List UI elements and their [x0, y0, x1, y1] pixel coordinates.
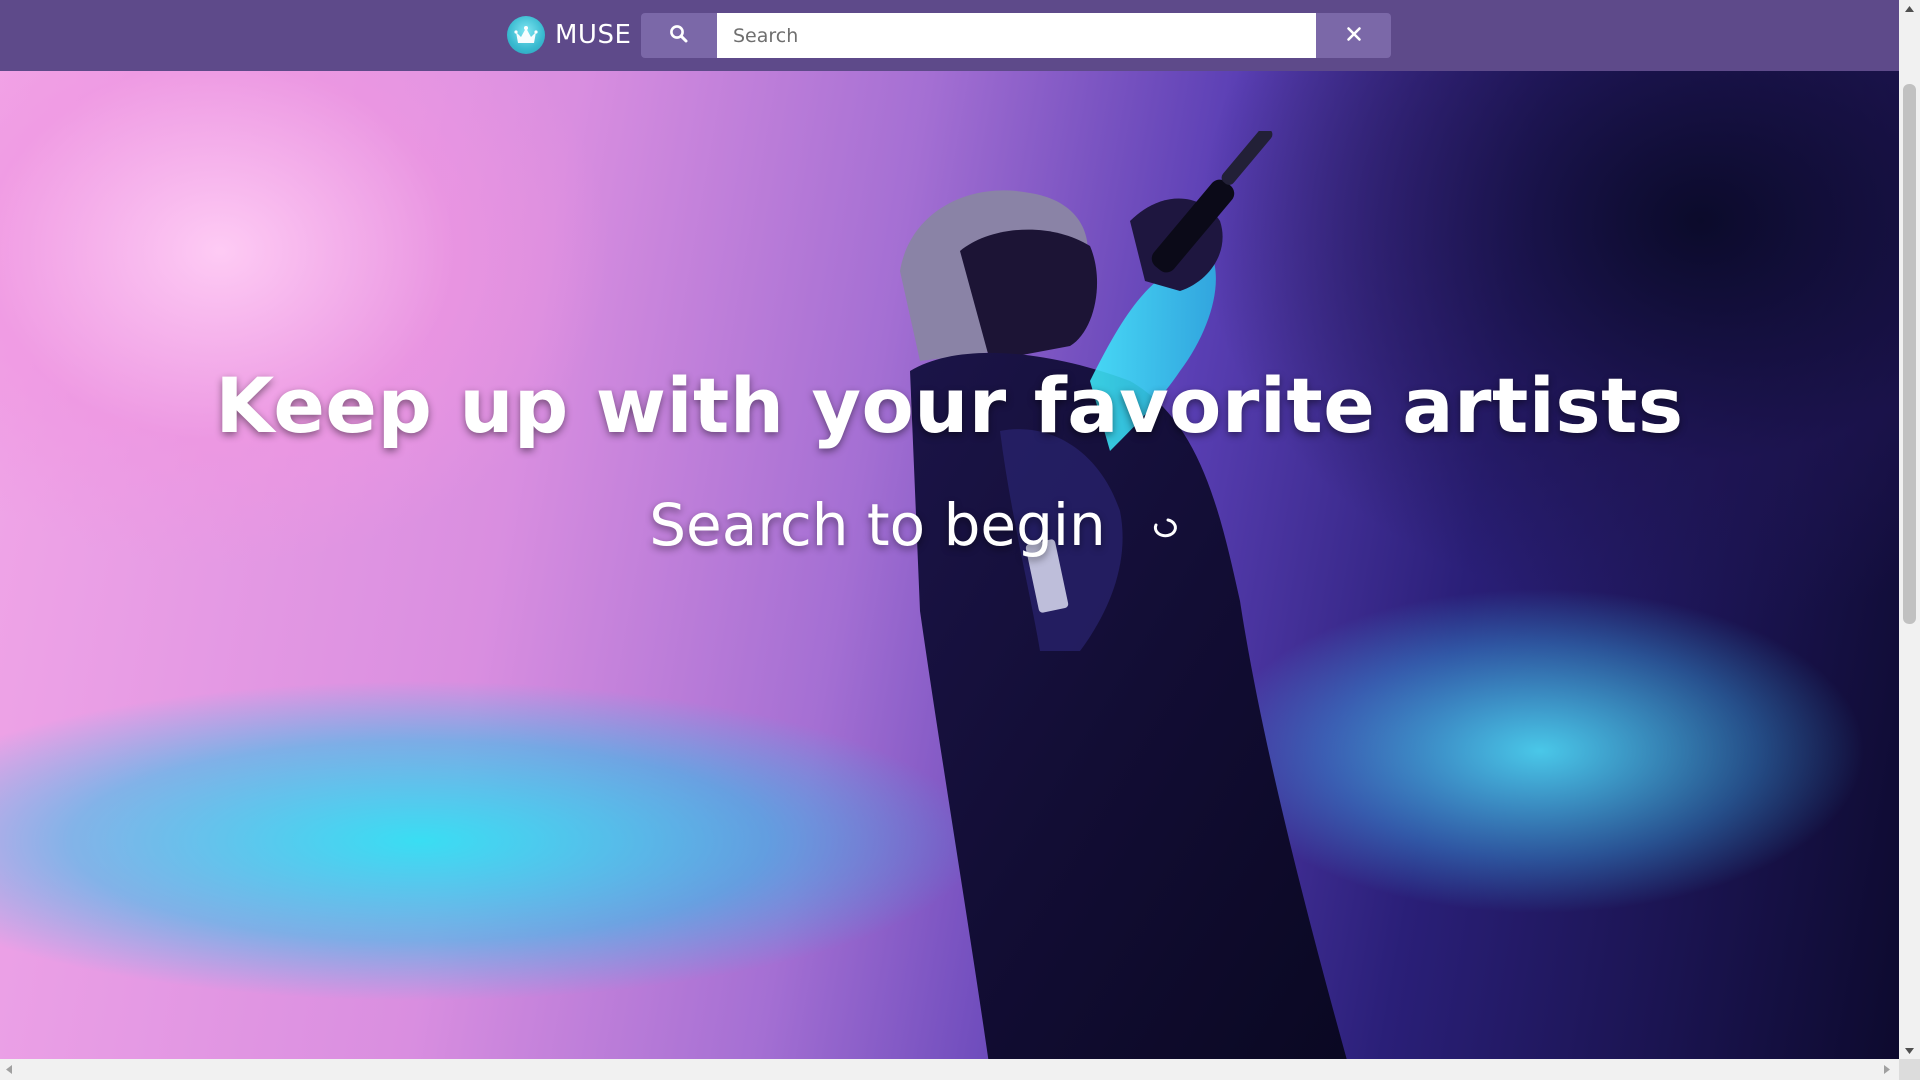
- search-icon: [669, 24, 689, 47]
- crown-icon: [507, 16, 545, 54]
- hero-title: Keep up with your favorite artists: [215, 361, 1684, 450]
- hero-subtitle: Search to begin: [649, 491, 1106, 559]
- top-navbar: MUSE: [0, 0, 1899, 71]
- horizontal-scroll-track: [17, 1063, 1878, 1076]
- spinner-icon: [1150, 513, 1180, 543]
- performer-silhouette: [900, 131, 1347, 1059]
- scroll-up-arrow-icon[interactable]: [1899, 0, 1920, 17]
- horizontal-scrollbar[interactable]: [0, 1059, 1920, 1080]
- scrollbar-corner: [1899, 1059, 1920, 1080]
- hero-subtitle-row: Search to begin: [0, 491, 1899, 559]
- clear-search-button[interactable]: [1316, 13, 1391, 58]
- brand-name: MUSE: [555, 20, 632, 50]
- search-button[interactable]: [641, 13, 717, 58]
- scroll-right-arrow-icon[interactable]: [1878, 1059, 1895, 1080]
- brand-link[interactable]: MUSE: [507, 14, 631, 56]
- vertical-scrollbar[interactable]: [1899, 0, 1920, 1059]
- search-input[interactable]: [717, 13, 1316, 58]
- scroll-left-arrow-icon[interactable]: [0, 1059, 17, 1080]
- hero-section: Keep up with your favorite artists Searc…: [0, 71, 1899, 1059]
- scroll-down-arrow-icon[interactable]: [1899, 1042, 1920, 1059]
- close-icon: [1346, 26, 1362, 45]
- vertical-scroll-thumb[interactable]: [1903, 84, 1916, 624]
- search-bar: [641, 13, 1391, 58]
